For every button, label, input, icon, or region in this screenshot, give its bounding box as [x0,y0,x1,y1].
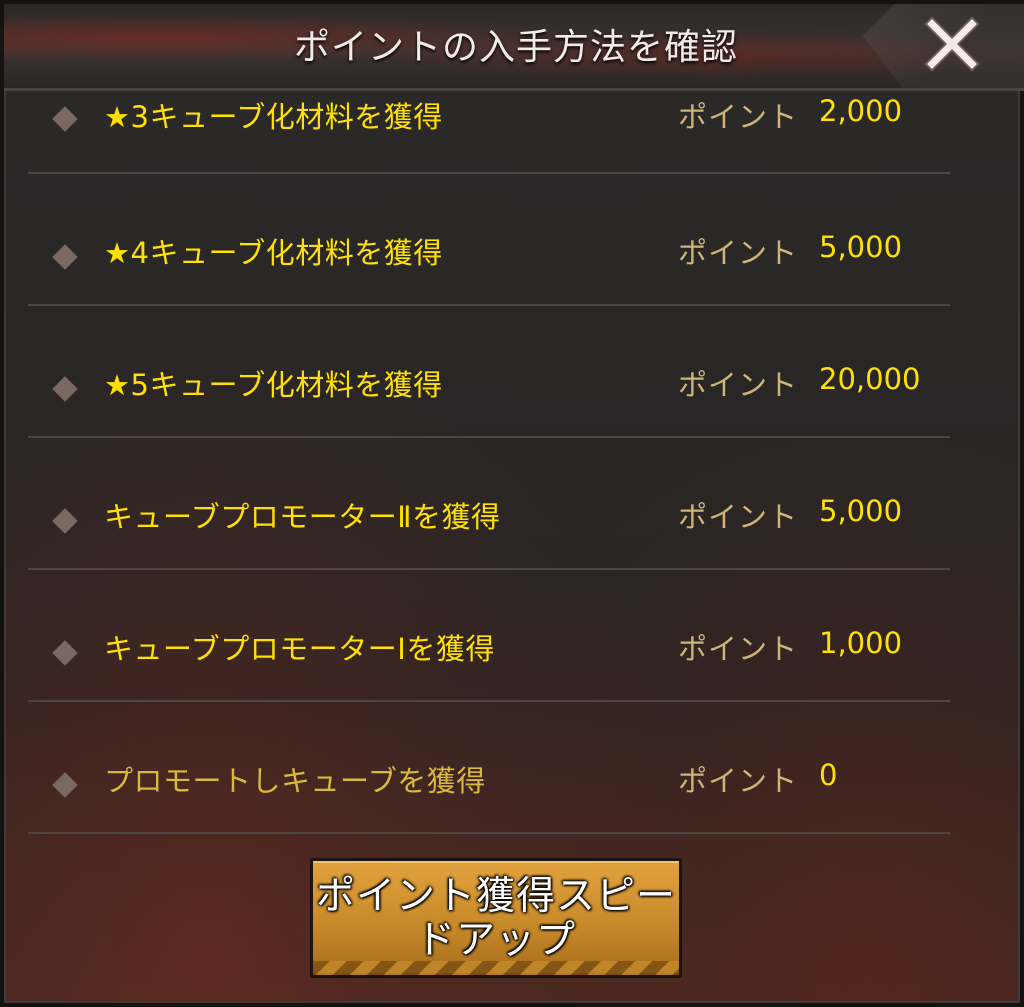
list-item: キューブプロモーターⅡを獲得 ポイント 5,000 [28,438,950,570]
list-item: キューブプロモーターⅠを獲得 ポイント 1,000 [28,570,950,702]
hazard-stripes-decoration [313,961,679,975]
list-item: ★4キューブ化材料を獲得 ポイント 5,000 [28,174,950,306]
points-value: 20,000 [819,362,921,396]
list-item: ★3キューブ化材料を獲得 ポイント 2,000 [28,88,950,174]
list-item: ★5キューブ化材料を獲得 ポイント 20,000 [28,306,950,438]
points-label: ポイント [678,100,799,134]
points-speedup-button-label: ポイント獲得スピードアップ [315,874,676,963]
method-label: キューブプロモーターⅠを獲得 [104,632,495,666]
diamond-bullet-icon [52,376,78,402]
close-x-icon [924,16,980,72]
method-label: ★5キューブ化材料を獲得 [104,368,443,402]
points-value: 0 [819,758,838,792]
points-value: 1,000 [819,626,903,660]
method-label: ★3キューブ化材料を獲得 [104,100,443,134]
close-button[interactable] [924,16,980,72]
points-label: ポイント [678,500,799,534]
points-label: ポイント [678,764,799,798]
points-value: 5,000 [819,230,903,264]
diamond-bullet-icon [52,508,78,534]
diamond-bullet-icon [52,640,78,666]
diamond-bullet-icon [52,106,78,132]
method-label: キューブプロモーターⅡを獲得 [104,500,501,534]
points-method-list: ★3キューブ化材料を獲得 ポイント 2,000 ★4キューブ化材料を獲得 ポイン… [28,88,950,834]
points-speedup-button[interactable]: ポイント獲得スピードアップ [310,858,682,978]
method-label: プロモートしキューブを獲得 [104,764,486,798]
diamond-bullet-icon [52,772,78,798]
points-label: ポイント [678,632,799,666]
method-label: ★4キューブ化材料を獲得 [104,236,443,270]
dialog-title: ポイントの入手方法を確認 [293,27,738,68]
list-item: プロモートしキューブを獲得 ポイント 0 [28,702,950,834]
points-info-dialog: ポイントの入手方法を確認 ★3キューブ化材料を獲得 ポイント 2,000 ★4キ… [0,0,1024,1007]
points-value: 2,000 [819,94,903,128]
points-label: ポイント [678,368,799,402]
dialog-header: ポイントの入手方法を確認 [4,4,1024,91]
points-value: 5,000 [819,494,903,528]
points-label: ポイント [678,236,799,270]
diamond-bullet-icon [52,244,78,270]
